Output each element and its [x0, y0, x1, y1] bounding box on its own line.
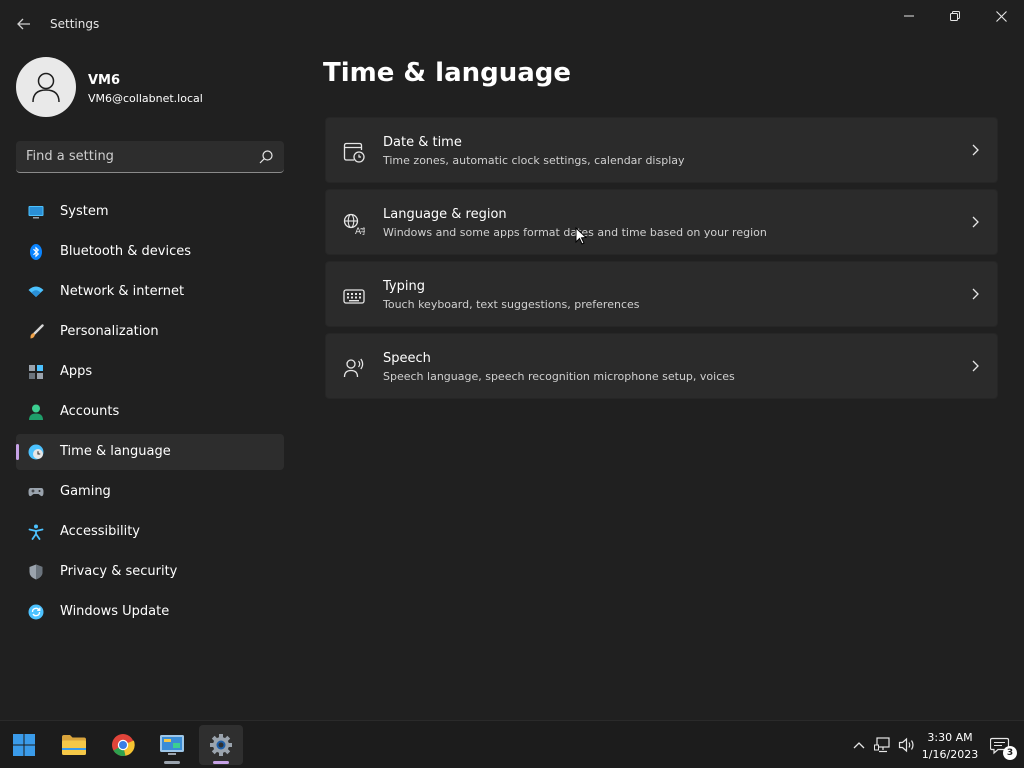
- gear-icon: [210, 734, 232, 756]
- sidebar-item-accounts[interactable]: Accounts: [16, 394, 284, 430]
- sidebar-item-label: Network & internet: [60, 284, 185, 299]
- chevron-right-icon: [972, 288, 979, 300]
- control-panel-icon: [160, 735, 184, 755]
- sidebar-item-label: Bluetooth & devices: [60, 244, 191, 259]
- speech-icon: [343, 358, 364, 378]
- bluetooth-icon: [30, 244, 42, 260]
- restore-button[interactable]: [932, 0, 978, 32]
- clock-date: 1/16/2023: [921, 748, 979, 761]
- update-icon: [28, 604, 44, 620]
- file-explorer-button[interactable]: [52, 725, 96, 765]
- svg-text:字: 字: [360, 226, 365, 235]
- avatar[interactable]: [16, 57, 76, 117]
- back-arrow-icon: [17, 18, 30, 30]
- keyboard-icon: [343, 289, 365, 304]
- person-icon: [29, 404, 43, 420]
- taskbar: 3:30 AM 1/16/2023 3: [0, 720, 1024, 768]
- chevron-right-icon: [972, 360, 979, 372]
- sidebar-item-system[interactable]: System: [16, 194, 284, 230]
- accessibility-icon: [28, 524, 44, 540]
- back-button[interactable]: [10, 10, 38, 38]
- folder-icon: [62, 735, 86, 755]
- card-description: Touch keyboard, text suggestions, prefer…: [383, 298, 640, 311]
- minimize-icon: [904, 15, 914, 17]
- sidebar-item-accessibility[interactable]: Accessibility: [16, 514, 284, 550]
- user-name: VM6: [88, 73, 121, 88]
- brush-icon: [30, 324, 44, 339]
- settings-button[interactable]: [199, 725, 243, 765]
- network-icon[interactable]: [874, 737, 892, 753]
- sidebar-item-bluetooth[interactable]: Bluetooth & devices: [16, 234, 284, 270]
- active-indicator: [213, 761, 229, 764]
- chevron-right-icon: [972, 216, 979, 228]
- chrome-icon: [112, 734, 135, 756]
- sidebar-item-label: Gaming: [60, 484, 111, 499]
- chevron-up-icon[interactable]: [850, 737, 868, 753]
- language-icon: A 字: [343, 213, 365, 235]
- sidebar-item-label: Apps: [60, 364, 93, 379]
- sidebar-nav: System Bluetooth & devices Network & int…: [16, 194, 284, 634]
- sidebar-item-label: Personalization: [60, 324, 159, 339]
- card-description: Speech language, speech recognition micr…: [383, 370, 735, 383]
- title-bar: Settings: [0, 0, 1024, 48]
- calendar-clock-icon: [343, 142, 365, 163]
- chevron-right-icon: [972, 144, 979, 156]
- sidebar-item-gaming[interactable]: Gaming: [16, 474, 284, 510]
- sidebar-item-label: System: [60, 204, 109, 219]
- card-title: Typing: [383, 279, 425, 294]
- sidebar-item-privacy[interactable]: Privacy & security: [16, 554, 284, 590]
- card-description: Time zones, automatic clock settings, ca…: [383, 154, 685, 167]
- language-region-card[interactable]: A 字 Language & region Windows and some a…: [325, 189, 998, 255]
- app-title: Settings: [50, 17, 100, 31]
- search-input[interactable]: [26, 141, 252, 172]
- apps-icon: [29, 365, 43, 379]
- close-button[interactable]: [978, 0, 1024, 32]
- notification-badge: 3: [1003, 746, 1017, 760]
- windows-logo-icon: [13, 734, 35, 756]
- search-box[interactable]: [16, 141, 284, 173]
- card-title: Speech: [383, 351, 431, 366]
- card-title: Language & region: [383, 207, 507, 222]
- running-indicator: [164, 761, 180, 764]
- chrome-button[interactable]: [101, 725, 145, 765]
- control-panel-button[interactable]: [150, 725, 194, 765]
- date-time-card[interactable]: Date & time Time zones, automatic clock …: [325, 117, 998, 183]
- close-icon: [995, 10, 1007, 22]
- card-title: Date & time: [383, 135, 462, 150]
- sidebar-item-network[interactable]: Network & internet: [16, 274, 284, 310]
- page-title: Time & language: [323, 58, 572, 88]
- sidebar-item-windows-update[interactable]: Windows Update: [16, 594, 284, 630]
- person-icon: [32, 72, 60, 103]
- sidebar-item-label: Time & language: [60, 444, 171, 459]
- search-icon[interactable]: [258, 149, 274, 165]
- globe-clock-icon: [28, 444, 44, 460]
- wifi-icon: [28, 286, 44, 297]
- volume-icon[interactable]: [898, 737, 916, 753]
- shield-icon: [29, 564, 43, 580]
- minimize-button[interactable]: [886, 0, 932, 32]
- speech-card[interactable]: Speech Speech language, speech recogniti…: [325, 333, 998, 399]
- taskbar-clock[interactable]: 3:30 AM 1/16/2023: [918, 729, 982, 763]
- user-email: VM6@collabnet.local: [88, 92, 203, 105]
- sidebar-item-label: Privacy & security: [60, 564, 178, 579]
- monitor-icon: [28, 206, 44, 219]
- sidebar-item-label: Accessibility: [60, 524, 140, 539]
- restore-icon: [950, 11, 960, 21]
- clock-time: 3:30 AM: [927, 731, 973, 744]
- sidebar-item-personalization[interactable]: Personalization: [16, 314, 284, 350]
- typing-card[interactable]: Typing Touch keyboard, text suggestions,…: [325, 261, 998, 327]
- mouse-cursor-icon: [575, 227, 587, 245]
- sidebar-item-time-language[interactable]: Time & language: [16, 434, 284, 470]
- sidebar-item-apps[interactable]: Apps: [16, 354, 284, 390]
- sidebar-item-label: Accounts: [60, 404, 120, 419]
- start-button[interactable]: [2, 725, 46, 765]
- gamepad-icon: [28, 488, 44, 497]
- sidebar-item-label: Windows Update: [60, 604, 170, 619]
